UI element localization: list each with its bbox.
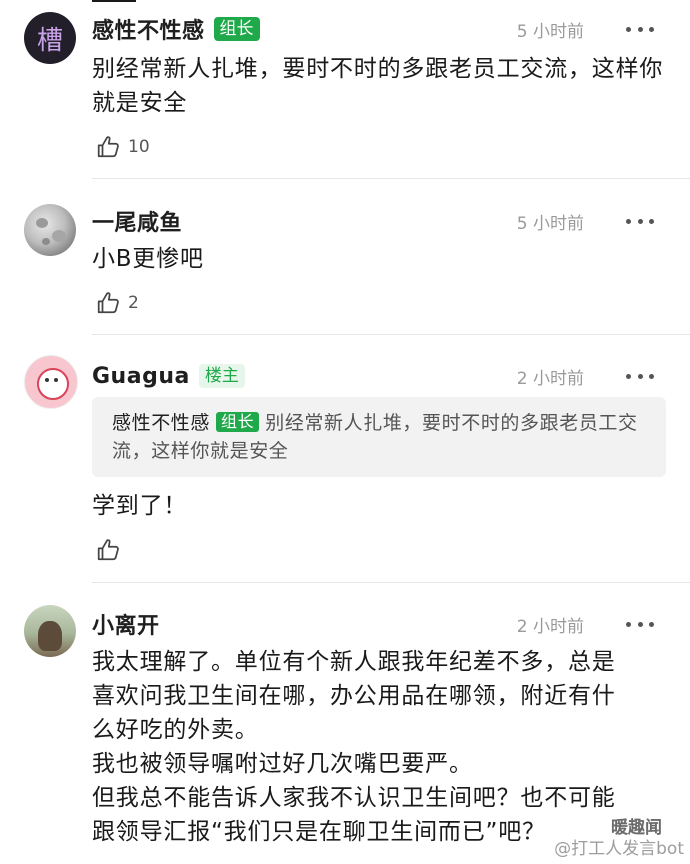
like-count: 10 (128, 137, 150, 157)
text-line: 我太理解了。单位有个新人跟我年纪差不多，总是 (92, 649, 616, 675)
more-icon[interactable] (626, 366, 654, 386)
divider (92, 178, 690, 179)
comment-text: 我太理解了。单位有个新人跟我年纪差不多，总是 喜欢问我卫生间在哪，办公用品在哪领… (92, 645, 668, 849)
timestamp: 2 小时前 (516, 368, 584, 389)
avatar-face (37, 368, 69, 400)
like-button[interactable]: 2 (96, 290, 139, 316)
comment-header: 感性不性感 组长 5 小时前 (92, 12, 666, 46)
username[interactable]: 一尾咸鱼 (92, 205, 182, 237)
quote-badge: 组长 (216, 412, 260, 432)
text-line: 喜欢问我卫生间在哪，办公用品在哪领，附近有什 (92, 683, 616, 709)
avatar[interactable] (24, 204, 76, 256)
more-icon[interactable] (626, 19, 654, 39)
username[interactable]: 小离开 (92, 608, 160, 640)
role-badge: 组长 (213, 17, 260, 41)
comment-1: 槽 感性不性感 组长 5 小时前 别经常新人扎堆，要时不时的多跟老员工交流，这样… (0, 0, 690, 180)
avatar-eye (45, 378, 49, 382)
comment-2: 一尾咸鱼 5 小时前 小B更惨吧 2 (0, 180, 690, 335)
thumbs-up-icon (97, 136, 119, 158)
comment-3: Guagua 楼主 2 小时前 感性不性感 组长 别经常新人扎堆，要时不时的多跟老员… (0, 335, 690, 583)
watermark-brand: 暖趣闻 (611, 818, 662, 838)
comment-header: 一尾咸鱼 5 小时前 (92, 204, 666, 238)
username[interactable]: Guagua (92, 364, 190, 389)
moon-crater (42, 238, 50, 245)
text-line: 么好吃的外卖。 (92, 717, 259, 743)
comment-text: 小B更惨吧 (92, 246, 204, 272)
quote-body: 感性不性感 组长 别经常新人扎堆，要时不时的多跟老员工交流，这样你就是安全 (112, 409, 646, 465)
avatar-figure (38, 621, 62, 651)
quoted-reply[interactable]: 感性不性感 组长 别经常新人扎堆，要时不时的多跟老员工交流，这样你就是安全 (92, 397, 666, 477)
text-line: 我也被领导嘱咐过好几次嘴巴要严。 (92, 751, 473, 777)
like-button[interactable]: 10 (96, 134, 150, 160)
comment-4: 小离开 2 小时前 我太理解了。单位有个新人跟我年纪差不多，总是 喜欢问我卫生间… (0, 583, 690, 864)
comment-text: 别经常新人扎堆，要时不时的多跟老员工交流，这样你就是安全 (92, 56, 664, 116)
avatar[interactable]: 槽 (24, 12, 76, 64)
thumbs-up-icon (97, 292, 119, 314)
like-count: 2 (128, 293, 139, 313)
avatar-eye (54, 378, 58, 382)
username[interactable]: 感性不性感 (92, 13, 205, 45)
avatar-glyph: 槽 (36, 25, 63, 56)
text-line: 但我总不能告诉人家我不认识卫生间吧？也不可能 (92, 785, 616, 811)
avatar[interactable] (24, 355, 78, 409)
moon-crater (52, 230, 66, 242)
quote-username: 感性不性感 (112, 412, 211, 434)
comment-text: 学到了！ (92, 493, 188, 519)
more-icon[interactable] (626, 211, 654, 231)
comment-header: Guagua 楼主 2 小时前 (92, 359, 666, 393)
like-button[interactable] (96, 537, 122, 563)
timestamp: 2 小时前 (516, 616, 584, 637)
moon-crater (36, 218, 48, 228)
thumbs-up-icon (97, 539, 119, 561)
more-icon[interactable] (626, 614, 654, 634)
avatar[interactable] (24, 605, 76, 657)
role-badge: 楼主 (198, 364, 245, 388)
timestamp: 5 小时前 (516, 21, 584, 42)
comment-header: 小离开 2 小时前 (92, 607, 666, 641)
timestamp: 5 小时前 (516, 213, 584, 234)
watermark-handle: @打工人发言bot (554, 839, 684, 859)
